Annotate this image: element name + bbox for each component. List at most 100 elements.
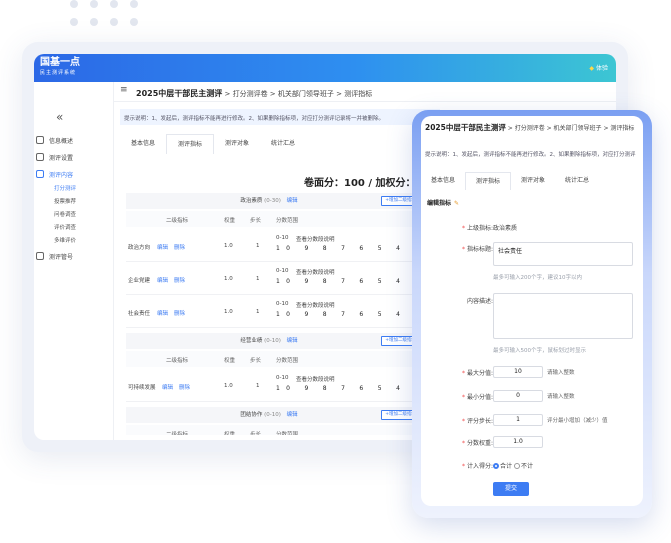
tab-statistics[interactable]: 统计汇总 bbox=[260, 134, 306, 154]
sidebar-sub-survey[interactable]: 问卷调查 bbox=[54, 210, 76, 218]
edit-notice: 提示说明：1、发起后，测评指标不能再进行修改。2、如果删除指标项，对应打分测评 bbox=[425, 152, 636, 158]
brand-subtitle: 民主测评系统 bbox=[40, 70, 77, 76]
breadcrumb-title[interactable]: 2025中层干部民主测评 bbox=[136, 89, 222, 98]
tab-targets[interactable]: 测评对象 bbox=[214, 134, 260, 154]
radio-selected-icon bbox=[493, 463, 499, 469]
row-edit-link[interactable]: 编辑 bbox=[157, 243, 168, 251]
row-view-description[interactable]: 查看分数段说明 bbox=[296, 301, 335, 309]
row-step: 1 bbox=[256, 309, 260, 315]
max-label-text: 最大分值: bbox=[466, 370, 493, 377]
description-textarea[interactable] bbox=[493, 293, 633, 339]
sidebar-item-overview[interactable]: 信息概述 bbox=[36, 134, 73, 146]
group-edit-link[interactable]: 编辑 bbox=[287, 338, 298, 344]
row-range: 0-10 bbox=[276, 268, 289, 274]
sidebar-sub-vote[interactable]: 投票推荐 bbox=[54, 197, 76, 205]
group-header: 经营业绩 (0-10) 编辑 +增加二级指标 bbox=[126, 333, 420, 349]
desc-label: 内容描述: bbox=[467, 296, 493, 305]
tab-indicators[interactable]: 测评指标 bbox=[166, 134, 215, 154]
sidebar-sub-evaluation[interactable]: 评价调查 bbox=[54, 223, 76, 231]
edit-section-title: 编辑指标 ✎ bbox=[427, 198, 459, 207]
submit-button[interactable]: 提交 bbox=[493, 482, 529, 496]
brand-logo: 国基一点 民主测评系统 bbox=[40, 57, 80, 77]
row-edit-link[interactable]: 编辑 bbox=[162, 383, 173, 391]
required-mark: * bbox=[461, 246, 465, 253]
edit-tab-targets[interactable]: 测评对象 bbox=[511, 172, 555, 190]
edit-indicator-window: 2025中层干部民主测评 > 打分测评卷 > 机关部门领导班子 > 测评指标 提… bbox=[421, 116, 643, 506]
row-range: 0-10 bbox=[276, 375, 289, 381]
accounts-icon bbox=[36, 252, 44, 260]
table-row: 政治方向 编辑 删除 1.0 1 0-10 查看分数段说明 10 9 8 7 6… bbox=[126, 230, 437, 262]
tab-basic-info[interactable]: 基本信息 bbox=[120, 134, 166, 154]
row-name: 企业党建 bbox=[128, 278, 151, 284]
max-score-input[interactable]: 10 bbox=[493, 366, 543, 378]
row-edit-link[interactable]: 编辑 bbox=[157, 276, 168, 284]
row-view-description[interactable]: 查看分数段说明 bbox=[296, 268, 335, 276]
sidebar-item-settings[interactable]: 测评设置 bbox=[36, 151, 73, 163]
row-view-description[interactable]: 查看分数段说明 bbox=[296, 235, 335, 243]
min-score-input[interactable]: 0 bbox=[493, 390, 543, 402]
sidebar-sub-score[interactable]: 打分测评 bbox=[54, 184, 76, 192]
row-range: 0-10 bbox=[276, 301, 289, 307]
row-view-description[interactable]: 查看分数段说明 bbox=[296, 375, 335, 383]
col-step: 步长 bbox=[250, 218, 262, 224]
parent-label: * 上级指标: bbox=[462, 223, 493, 232]
row-step: 1 bbox=[256, 383, 260, 389]
required-mark: * bbox=[461, 370, 465, 377]
edit-tab-indicators[interactable]: 测评指标 bbox=[465, 172, 512, 190]
menu-toggle-icon[interactable]: ≡ bbox=[120, 85, 128, 95]
score-summary: 卷面分：100 / 加权分：10 bbox=[304, 178, 430, 189]
experience-button[interactable]: ◆ 体验 bbox=[589, 63, 608, 72]
desc-label-text: 内容描述: bbox=[466, 298, 493, 305]
parent-value: 政治素质 bbox=[493, 225, 518, 232]
weight-label: * 分数权重: bbox=[462, 438, 493, 447]
col-step: 步长 bbox=[250, 358, 262, 364]
group-edit-link[interactable]: 编辑 bbox=[287, 412, 298, 418]
min-hint: 请输入整数 bbox=[547, 394, 575, 400]
weight-label-text: 分数权重: bbox=[466, 440, 493, 447]
max-hint: 请输入整数 bbox=[547, 370, 575, 376]
sidebar-item-accounts[interactable]: 测评管号 bbox=[36, 250, 73, 262]
col-weight: 权重 bbox=[224, 358, 236, 364]
group-header: 团结协作 (0-10) 编辑 +增加二级指标 bbox=[126, 407, 420, 423]
sidebar-item-content[interactable]: 测评内容 bbox=[36, 168, 73, 180]
table-header: 二级指标 权重 步长 分数范围 bbox=[126, 351, 412, 367]
row-step: 1 bbox=[256, 276, 260, 282]
required-mark: * bbox=[461, 225, 465, 232]
sidebar-sub-multidim[interactable]: 多维评价 bbox=[54, 236, 76, 244]
edit-tab-statistics[interactable]: 统计汇总 bbox=[555, 172, 599, 190]
step-label-text: 评分步长: bbox=[466, 418, 493, 425]
row-delete-link[interactable]: 删除 bbox=[174, 276, 185, 284]
diamond-icon: ◆ bbox=[589, 65, 594, 72]
sidebar: « 信息概述 测评设置 测评内容 打分测评 投票推荐 问卷调查 评价调查 多维评… bbox=[34, 82, 114, 440]
breadcrumb: ≡ 2025中层干部民主测评 > 打分测评卷 > 机关部门领导班子 > 测评指标 bbox=[114, 82, 616, 102]
row-delete-link[interactable]: 删除 bbox=[174, 243, 185, 251]
breadcrumb-text: 2025中层干部民主测评 > 打分测评卷 > 机关部门领导班子 > 测评指标 bbox=[136, 88, 372, 99]
notice-banner: 提示说明：1、发起后，测评指标不能再进行修改。2、如果删除指标项，对应打分测评记… bbox=[120, 109, 440, 125]
radio-include[interactable]: 合计 bbox=[493, 463, 512, 470]
tab-bar: 基本信息 测评指标 测评对象 统计汇总 bbox=[120, 134, 306, 154]
row-delete-link[interactable]: 删除 bbox=[179, 383, 190, 391]
collapse-icon[interactable]: « bbox=[56, 110, 63, 124]
edit-breadcrumb-path: > 打分测评卷 > 机关部门领导班子 > 测评指标 bbox=[505, 125, 635, 132]
edit-breadcrumb-title[interactable]: 2025中层干部民主测评 bbox=[425, 123, 506, 132]
radio-exclude[interactable]: 不计 bbox=[513, 463, 533, 470]
sidebar-item-label: 信息概述 bbox=[49, 137, 74, 145]
required-mark: * bbox=[461, 418, 465, 425]
brand-name: 国基一点 bbox=[40, 57, 80, 68]
weight-input[interactable]: 1.0 bbox=[493, 436, 543, 448]
title-textarea[interactable]: 社会责任 bbox=[493, 242, 633, 266]
min-label-text: 最小分值: bbox=[466, 394, 493, 401]
group-range: (0-30) bbox=[264, 198, 281, 204]
row-edit-link[interactable]: 编辑 bbox=[157, 309, 168, 317]
table-header: 二级指标 权重 步长 分数范围 bbox=[126, 425, 412, 435]
section-label: 编辑指标 bbox=[427, 200, 452, 207]
group-edit-link[interactable]: 编辑 bbox=[287, 198, 298, 204]
step-input[interactable]: 1 bbox=[493, 414, 543, 426]
step-hint: 评分最小增加（减少）值 bbox=[547, 418, 608, 424]
row-delete-link[interactable]: 删除 bbox=[174, 309, 185, 317]
col-weight: 权重 bbox=[224, 218, 236, 224]
edit-breadcrumb: 2025中层干部民主测评 > 打分测评卷 > 机关部门领导班子 > 测评指标 bbox=[425, 122, 634, 133]
required-mark: * bbox=[461, 440, 465, 447]
edit-tab-basic-info[interactable]: 基本信息 bbox=[421, 172, 465, 190]
group-name: 政治素质 bbox=[240, 198, 263, 204]
